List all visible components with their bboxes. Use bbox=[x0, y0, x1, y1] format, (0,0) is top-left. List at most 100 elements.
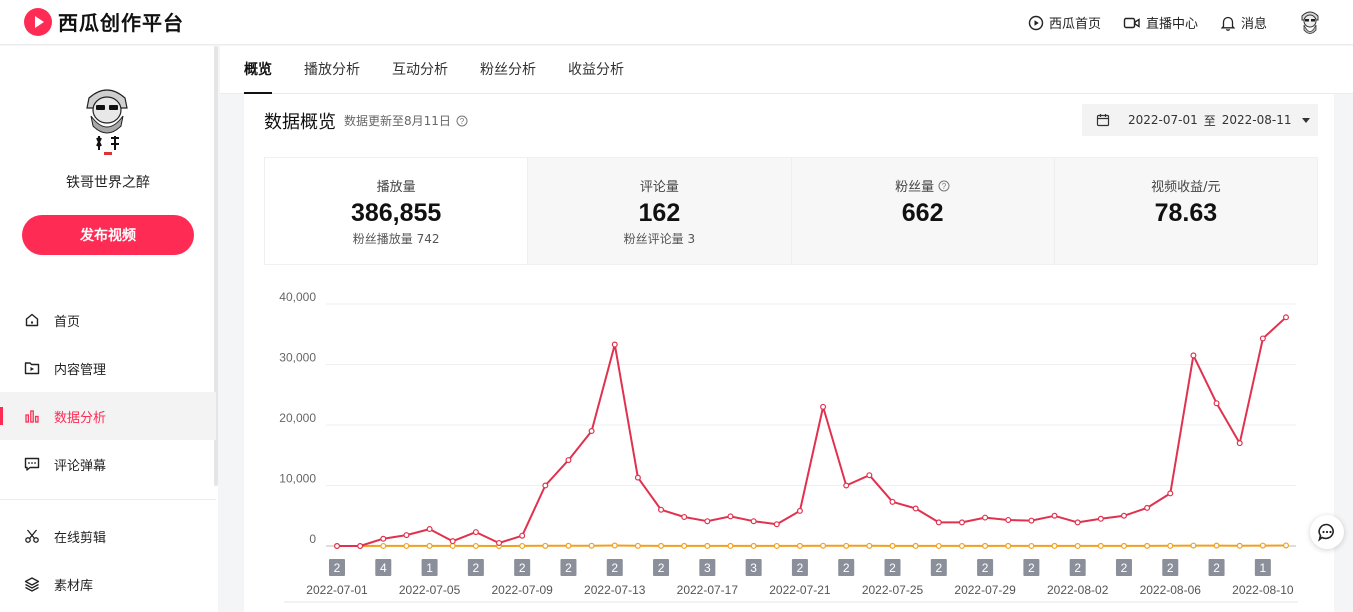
chat-bubble-icon bbox=[1318, 523, 1334, 542]
publish-marker-count: 2 bbox=[1074, 561, 1081, 575]
metric-label: 播放量 bbox=[376, 180, 416, 195]
publish-marker-count: 2 bbox=[519, 561, 526, 575]
data-point bbox=[426, 526, 433, 533]
data-point bbox=[1236, 440, 1243, 447]
overview-card: 数据概览 数据更新至8月11日 ? 2022-07-01 至 2022-08-1… bbox=[244, 94, 1334, 612]
data-point bbox=[1005, 542, 1012, 549]
top-bar: 西瓜创作平台 西瓜首页 直播中心 消息 bbox=[0, 0, 1353, 45]
svg-text:?: ? bbox=[942, 181, 947, 190]
data-point bbox=[820, 542, 827, 549]
sidebar-divider bbox=[0, 499, 216, 500]
overview-title: 数据概览 bbox=[264, 112, 336, 133]
data-point bbox=[704, 542, 711, 549]
tab-interaction-analysis[interactable]: 互动分析 bbox=[392, 46, 448, 94]
tab-revenue-analysis[interactable]: 收益分析 bbox=[568, 46, 624, 94]
sidebar-item-home[interactable]: 首页 bbox=[0, 296, 216, 344]
publish-marker-count: 2 bbox=[797, 561, 804, 575]
data-point bbox=[750, 518, 757, 525]
x-tick-label: 2022-07-25 bbox=[862, 583, 924, 597]
home-icon bbox=[25, 313, 39, 327]
data-point bbox=[1259, 542, 1266, 549]
data-point bbox=[1167, 542, 1174, 549]
data-point bbox=[843, 542, 850, 549]
sidebar-item-analytics[interactable]: 数据分析 bbox=[0, 392, 216, 440]
data-point bbox=[866, 472, 873, 479]
metric-value: 386,855 bbox=[350, 199, 442, 227]
data-point bbox=[750, 542, 757, 549]
publish-marker-count: 2 bbox=[935, 561, 942, 575]
x-tick-label: 2022-07-17 bbox=[677, 583, 739, 597]
data-point bbox=[542, 482, 549, 489]
sidebar-tools: 在线剪辑 素材库 bbox=[0, 512, 216, 608]
folder-play-icon bbox=[24, 362, 40, 375]
live-center-link[interactable]: 直播中心 bbox=[1123, 13, 1198, 32]
x-tick-label: 2022-07-01 bbox=[306, 583, 368, 597]
x-tick-label: 2022-07-21 bbox=[769, 583, 831, 597]
data-point bbox=[496, 539, 503, 546]
channel-avatar[interactable] bbox=[77, 80, 137, 160]
sidebar-item-label: 素材库 bbox=[54, 578, 94, 594]
metric-sub: 粉丝评论量 3 bbox=[528, 230, 790, 247]
data-point bbox=[889, 498, 896, 505]
sidebar-item-online-edit[interactable]: 在线剪辑 bbox=[0, 512, 216, 560]
publish-marker-count: 2 bbox=[843, 561, 850, 575]
metric-fans[interactable]: 粉丝量 ? 662 bbox=[790, 158, 1054, 264]
comment-icon bbox=[24, 457, 40, 471]
data-point bbox=[704, 518, 711, 525]
data-point bbox=[403, 542, 410, 549]
data-point bbox=[796, 542, 803, 549]
data-point bbox=[681, 513, 688, 520]
data-point bbox=[1144, 542, 1151, 549]
help-icon[interactable]: ? bbox=[938, 180, 950, 192]
sidebar-item-label: 评论弹幕 bbox=[54, 458, 107, 474]
live-center-label: 直播中心 bbox=[1145, 17, 1198, 32]
data-point bbox=[1282, 542, 1289, 549]
metric-sub-value: 3 bbox=[687, 232, 696, 246]
sidebar-item-comments[interactable]: 评论弹幕 bbox=[0, 440, 216, 488]
messages-link[interactable]: 消息 bbox=[1220, 13, 1267, 32]
avatar-portrait-icon bbox=[1301, 11, 1319, 34]
date-end: 2022-08-11 bbox=[1221, 113, 1292, 127]
user-avatar[interactable] bbox=[1297, 7, 1323, 38]
metric-label-wrap: 粉丝量 ? bbox=[895, 176, 950, 195]
data-point bbox=[472, 542, 479, 549]
data-point bbox=[1074, 542, 1081, 549]
publish-marker-count: 2 bbox=[611, 561, 618, 575]
data-point bbox=[982, 542, 989, 549]
data-point bbox=[1167, 490, 1174, 497]
tab-fans-analysis[interactable]: 粉丝分析 bbox=[480, 46, 536, 94]
x-tick-label: 2022-07-13 bbox=[584, 583, 646, 597]
publish-marker-count: 2 bbox=[473, 561, 480, 575]
tab-play-analysis[interactable]: 播放分析 bbox=[304, 46, 360, 94]
metric-plays[interactable]: 播放量 386,855 粉丝播放量 742 bbox=[265, 158, 528, 264]
xigua-home-link[interactable]: 西瓜首页 bbox=[1028, 13, 1101, 32]
feedback-button[interactable] bbox=[1310, 515, 1344, 549]
metric-revenue[interactable]: 视频收益/元 78.63 bbox=[1053, 158, 1317, 264]
data-point bbox=[912, 542, 919, 549]
data-point bbox=[519, 532, 526, 539]
data-point bbox=[1120, 542, 1127, 549]
data-point bbox=[565, 542, 572, 549]
update-text: 数据更新至8月11日 bbox=[344, 114, 451, 128]
data-point bbox=[912, 505, 919, 512]
x-tick-label: 2022-07-09 bbox=[491, 583, 553, 597]
data-point bbox=[588, 542, 595, 549]
data-point bbox=[611, 542, 618, 549]
sidebar-item-content[interactable]: 内容管理 bbox=[0, 344, 216, 392]
app-logo[interactable]: 西瓜创作平台 bbox=[24, 7, 184, 36]
publish-video-button[interactable]: 发布视频 bbox=[22, 215, 194, 255]
metric-value: 78.63 bbox=[1154, 199, 1218, 227]
sidebar-item-materials[interactable]: 素材库 bbox=[0, 560, 216, 608]
help-icon[interactable]: ? bbox=[456, 115, 468, 127]
data-point bbox=[1005, 516, 1012, 523]
metric-comments[interactable]: 评论量 162 粉丝评论量 3 bbox=[527, 158, 791, 264]
sidebar-item-label: 首页 bbox=[54, 314, 81, 330]
data-point bbox=[1190, 542, 1197, 549]
metric-sub-value: 742 bbox=[416, 232, 440, 246]
publish-marker-count: 2 bbox=[565, 561, 572, 575]
tab-overview[interactable]: 概览 bbox=[244, 46, 272, 94]
date-range-picker[interactable]: 2022-07-01 至 2022-08-11 bbox=[1082, 104, 1318, 136]
data-point bbox=[1236, 542, 1243, 549]
sidebar-item-label: 内容管理 bbox=[54, 362, 107, 378]
logo-text: 西瓜创作平台 bbox=[58, 11, 184, 35]
